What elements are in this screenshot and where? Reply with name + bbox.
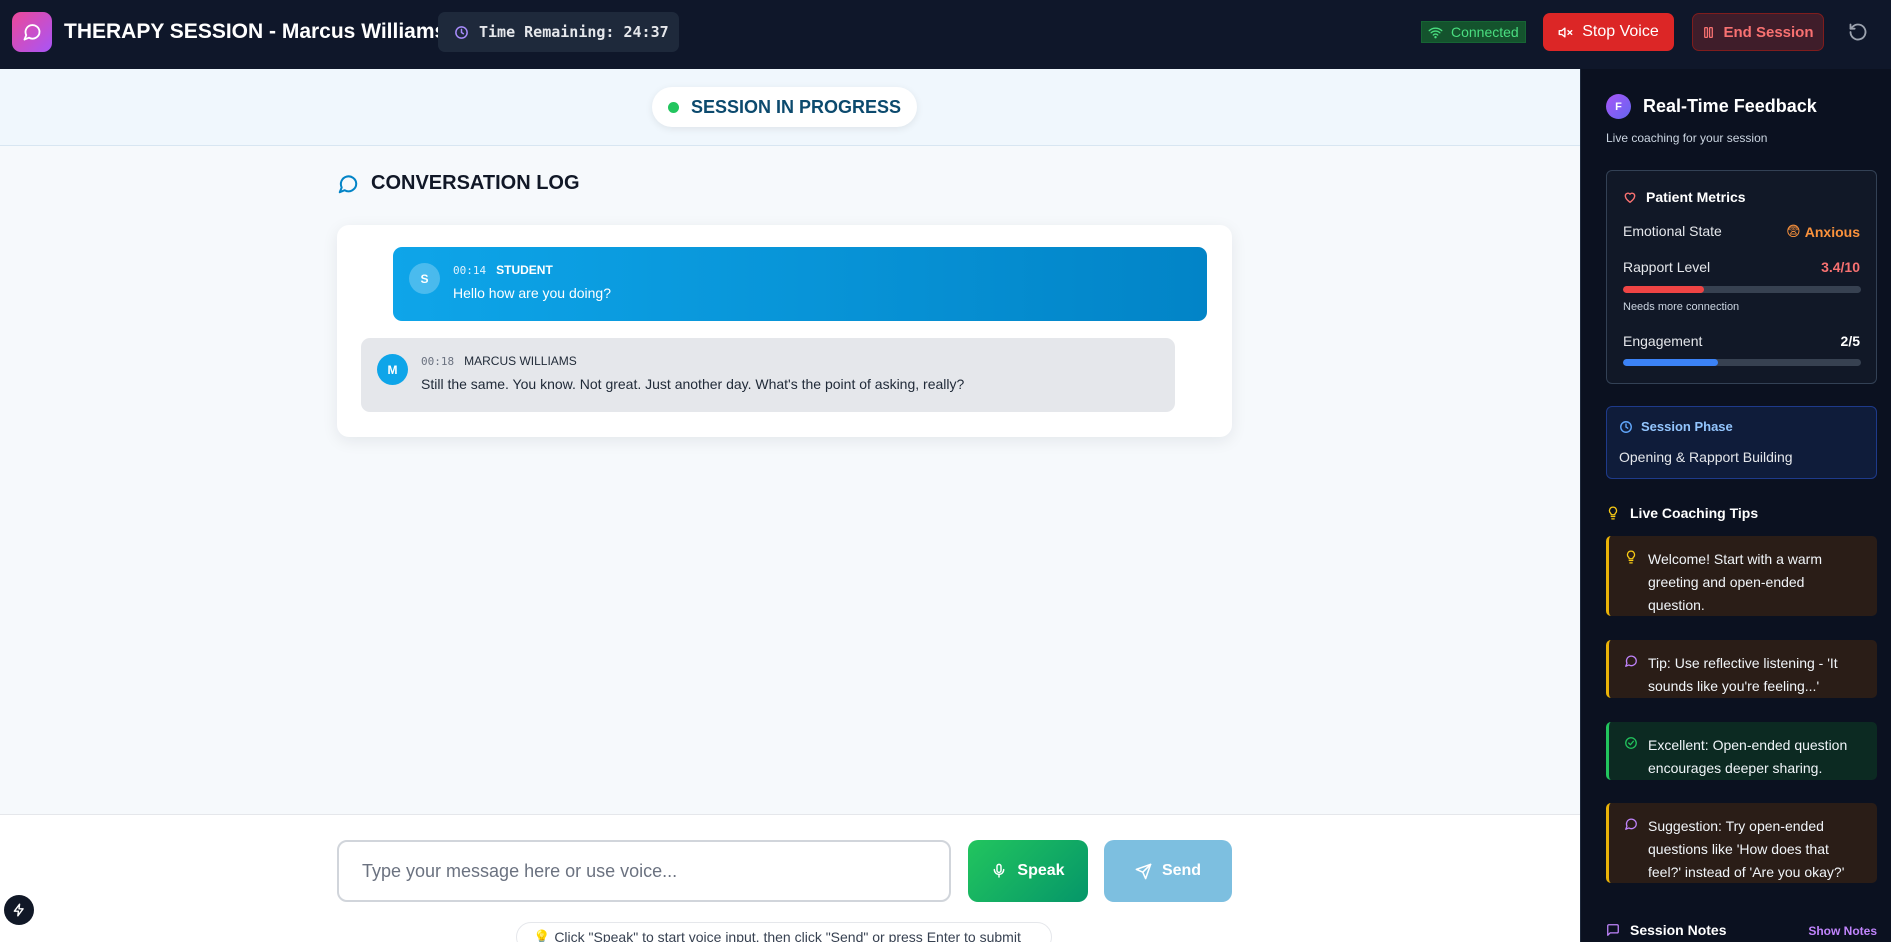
- chat-bubble-icon: [23, 24, 41, 41]
- session-title: THERAPY SESSION - Marcus Williams: [64, 20, 447, 43]
- end-session-label: End Session: [1723, 23, 1814, 41]
- message-text: Still the same. You know. Not great. Jus…: [421, 376, 965, 392]
- tip-text: Excellent: Open-ended question encourage…: [1648, 737, 1848, 776]
- lightbulb-icon: [1608, 506, 1618, 520]
- message-input[interactable]: [337, 840, 951, 902]
- engagement-label: Engagement: [1623, 333, 1703, 349]
- engagement-value: 2/5: [1840, 333, 1860, 349]
- message-time: 00:14: [453, 264, 487, 277]
- emotion-emoji-icon: 😨: [1786, 223, 1801, 239]
- live-indicator-dot: [667, 101, 679, 113]
- show-notes-button[interactable]: Show Notes: [1808, 924, 1877, 938]
- tip-text: Welcome! Start with a warm greeting and …: [1648, 551, 1823, 613]
- lightning-icon: [13, 903, 24, 917]
- rapport-label: Rapport Level: [1623, 259, 1711, 275]
- coaching-tip: Suggestion: Try open-ended questions lik…: [1606, 803, 1877, 883]
- coaching-tip: Tip: Use reflective listening - 'It soun…: [1606, 640, 1877, 698]
- stop-voice-label: Stop Voice: [1582, 23, 1659, 40]
- phase-value: Opening & Rapport Building: [1619, 449, 1793, 465]
- message-patient: M 00:18 MARCUS WILLIAMS Still the same. …: [361, 338, 1175, 412]
- avatar: S: [409, 263, 440, 294]
- wifi-icon: [1428, 27, 1443, 38]
- sidebar-subtitle: Live coaching for your session: [1606, 131, 1768, 145]
- engagement-row: Engagement 2/5: [1623, 333, 1860, 349]
- send-icon: [1135, 863, 1152, 879]
- sidebar-title: Real-Time Feedback: [1643, 96, 1817, 116]
- sidebar-header: F Real-Time Feedback: [1606, 94, 1817, 119]
- send-label: Send: [1161, 862, 1202, 879]
- end-session-button[interactable]: End Session: [1692, 13, 1824, 51]
- speak-label: Speak: [1017, 862, 1065, 879]
- emotional-state-row: Emotional State 😨 Anxious: [1623, 223, 1860, 240]
- patient-metrics-card: Patient Metrics Emotional State 😨 Anxiou…: [1606, 170, 1877, 384]
- send-button[interactable]: Send: [1104, 840, 1232, 902]
- notes-title: Session Notes: [1630, 922, 1727, 938]
- feedback-sidebar: F Real-Time Feedback Live coaching for y…: [1580, 69, 1891, 942]
- message-speaker: STUDENT: [496, 263, 553, 277]
- tips-title: Live Coaching Tips: [1630, 505, 1759, 521]
- clock-icon: [455, 25, 468, 39]
- coaching-tips-header: Live Coaching Tips: [1606, 505, 1758, 521]
- conversation-title: CONVERSATION LOG: [371, 172, 580, 194]
- message-circle-icon: [1625, 818, 1637, 830]
- rapport-note: Needs more connection: [1623, 301, 1740, 313]
- session-phase-card: Session Phase Opening & Rapport Building: [1606, 406, 1877, 479]
- metrics-header: Patient Metrics: [1623, 189, 1746, 205]
- volume-mute-icon: [1558, 26, 1573, 38]
- dev-tools-button[interactable]: [4, 895, 34, 925]
- check-circle-icon: [1625, 737, 1637, 749]
- tip-text: Suggestion: Try open-ended questions lik…: [1648, 818, 1845, 880]
- rotate-ccw-icon: [1849, 23, 1867, 41]
- connection-label: Connected: [1451, 24, 1519, 40]
- reset-button[interactable]: [1846, 20, 1870, 44]
- conversation-header: CONVERSATION LOG: [337, 172, 580, 195]
- stop-voice-button[interactable]: Stop Voice: [1543, 13, 1674, 51]
- rapport-bar: [1623, 286, 1861, 293]
- speak-button[interactable]: Speak: [968, 840, 1088, 902]
- message-circle-icon: [338, 174, 358, 193]
- phase-header: Session Phase: [1619, 419, 1733, 434]
- microphone-icon: [994, 863, 1005, 878]
- session-status-label: SESSION IN PROGRESS: [690, 96, 902, 117]
- composer-bar: Speak Send 💡 Click "Speak" to start voic…: [0, 814, 1580, 942]
- message-text: Hello how are you doing?: [453, 285, 611, 301]
- message-meta: 00:18 MARCUS WILLIAMS: [421, 354, 577, 368]
- message-speaker: MARCUS WILLIAMS: [464, 354, 577, 368]
- session-status-pill: SESSION IN PROGRESS: [652, 87, 917, 127]
- connection-status: Connected: [1421, 21, 1526, 43]
- app-logo: [12, 12, 52, 52]
- heart-icon: [1624, 192, 1636, 203]
- message-square-icon: [1607, 924, 1619, 936]
- tip-text: Tip: Use reflective listening - 'It soun…: [1648, 655, 1838, 694]
- message-meta: 00:14 STUDENT: [453, 263, 553, 277]
- timer-text: Time Remaining: 24:37: [479, 23, 669, 41]
- emotion-text: Anxious: [1804, 223, 1860, 240]
- status-band: SESSION IN PROGRESS: [0, 69, 1580, 146]
- metrics-title: Patient Metrics: [1646, 189, 1746, 205]
- coaching-tip: Excellent: Open-ended question encourage…: [1606, 722, 1877, 780]
- rapport-row: Rapport Level 3.4/10: [1623, 259, 1860, 275]
- phase-title: Session Phase: [1641, 419, 1733, 434]
- coaching-tip: Welcome! Start with a warm greeting and …: [1606, 536, 1877, 616]
- lightbulb-icon: [1626, 550, 1636, 564]
- feedback-badge: F: [1606, 94, 1631, 119]
- conversation-log: S 00:14 STUDENT Hello how are you doing?…: [337, 225, 1232, 437]
- clock-icon: [1620, 420, 1632, 433]
- avatar: M: [377, 354, 408, 385]
- columns-icon: [1704, 26, 1714, 38]
- top-bar: THERAPY SESSION - Marcus Williams Time R…: [0, 0, 1891, 69]
- emotional-state-label: Emotional State: [1623, 223, 1722, 239]
- voice-input-hint: 💡 Click "Speak" to start voice input, th…: [516, 922, 1052, 942]
- rapport-bar-fill: [1623, 286, 1704, 293]
- message-circle-icon: [1625, 655, 1637, 667]
- emotional-state-value: 😨 Anxious: [1786, 223, 1860, 240]
- engagement-bar: [1623, 359, 1861, 366]
- engagement-bar-fill: [1623, 359, 1719, 366]
- rapport-value: 3.4/10: [1821, 259, 1860, 275]
- message-student: S 00:14 STUDENT Hello how are you doing?: [393, 247, 1207, 321]
- session-notes-header: Session Notes: [1606, 922, 1726, 938]
- time-remaining: Time Remaining: 24:37: [438, 12, 679, 52]
- message-time: 00:18: [421, 355, 455, 368]
